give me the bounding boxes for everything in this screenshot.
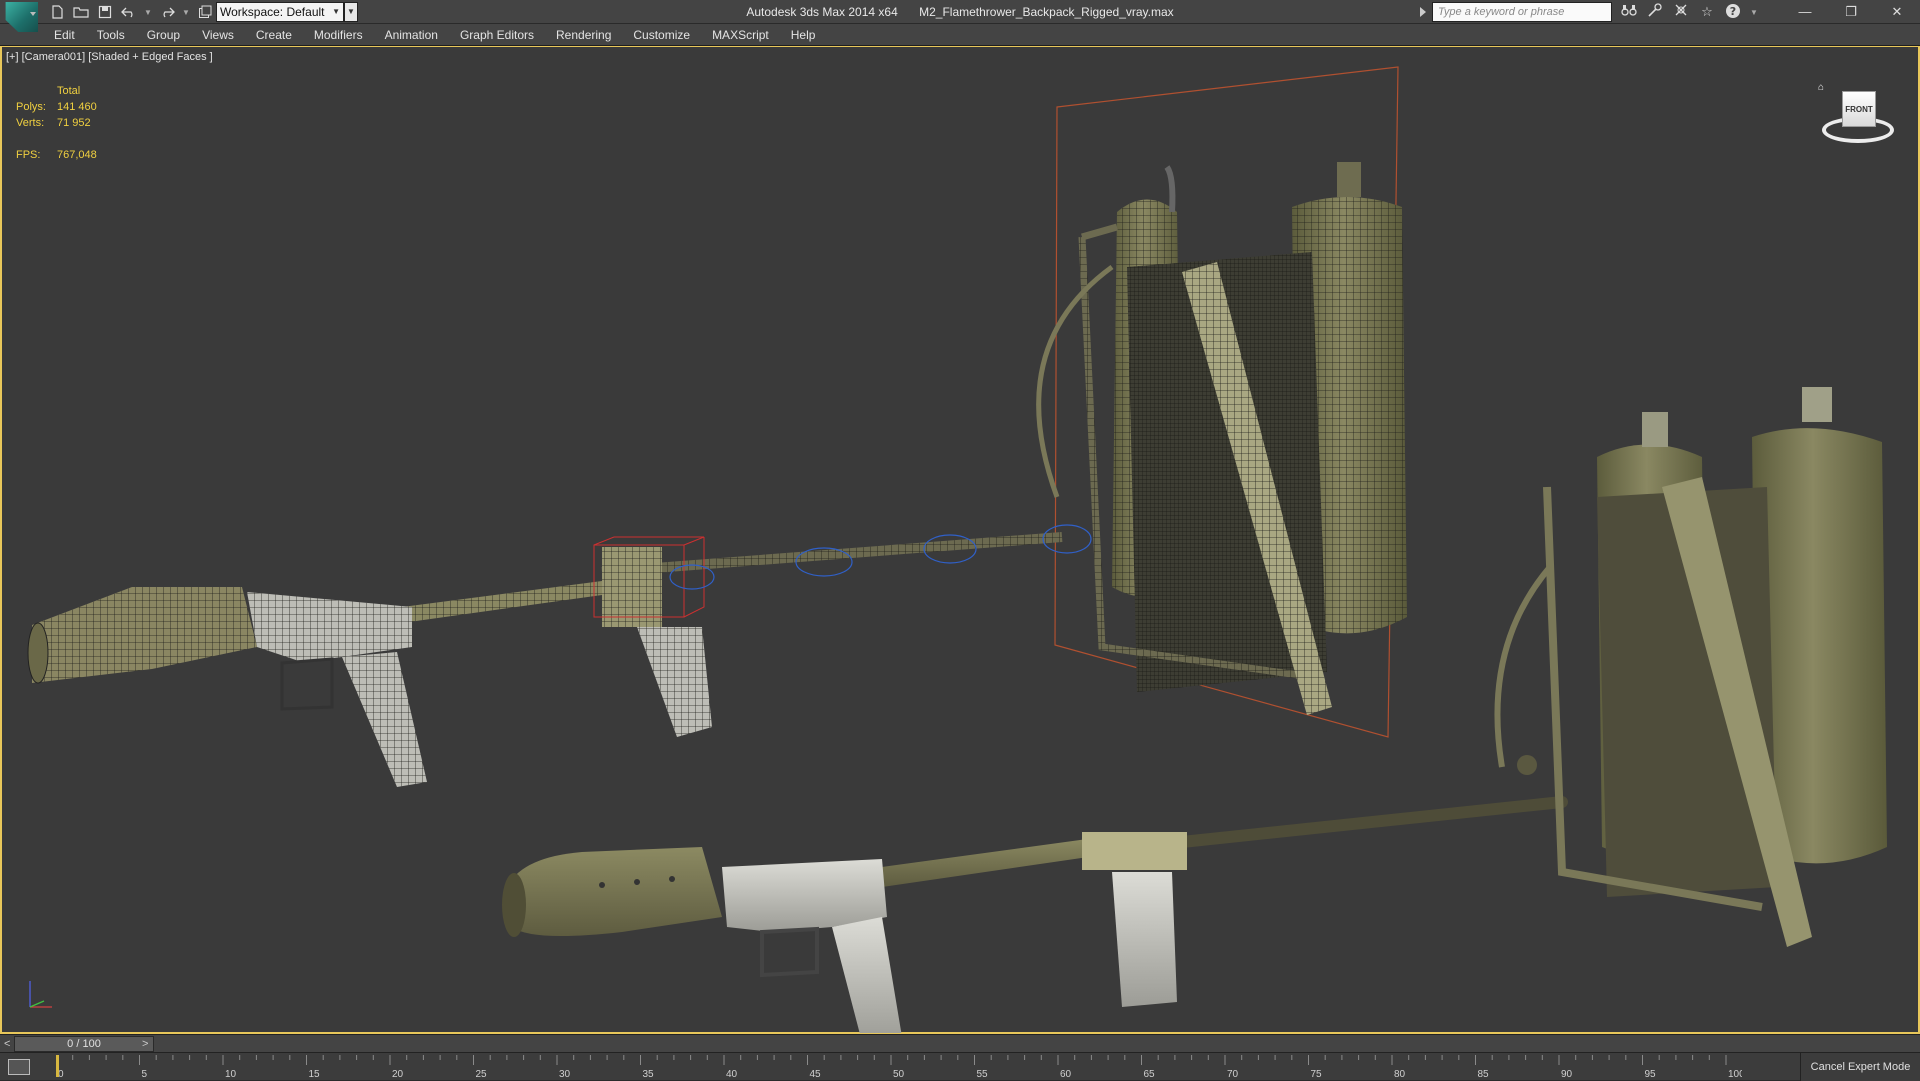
frame-ruler[interactable]: 0 5 10 15 20 25 30 35 40 45 50 55 60 65 70 75 80 85 90 95 10… [56, 1053, 1742, 1081]
title-bar: Autodesk 3ds Max 2014 x64 M2_Flamethrowe… [0, 0, 1920, 32]
fps-value: 767,048 [57, 149, 97, 161]
ruler-label: 75 [1311, 1069, 1323, 1080]
polys-label: Polys: [16, 101, 46, 113]
chevron-down-icon: ▼ [332, 7, 340, 16]
ruler-label: 10 [225, 1069, 237, 1080]
menu-group[interactable]: Group [147, 24, 194, 46]
menu-tools[interactable]: Tools [97, 24, 139, 46]
ruler-label: 30 [559, 1069, 571, 1080]
verts-label: Verts: [16, 117, 45, 129]
ruler-label: 15 [309, 1069, 321, 1080]
menu-help[interactable]: Help [791, 24, 830, 46]
ruler-label: 95 [1645, 1069, 1657, 1080]
wireframe-model[interactable] [27, 66, 1407, 787]
project-folder-icon[interactable] [196, 3, 214, 21]
window-controls: — ❐ ✕ [1782, 0, 1920, 24]
viewport-label-menu[interactable]: [+] [Camera001] [Shaded + Edged Faces ] [6, 51, 213, 63]
menu-rendering[interactable]: Rendering [556, 24, 625, 46]
redo-dropdown-icon[interactable]: ▼ [182, 8, 190, 17]
chevron-down-icon[interactable] [30, 12, 36, 16]
ruler-label: 45 [810, 1069, 822, 1080]
current-frame-marker[interactable] [56, 1055, 59, 1077]
camera-viewport[interactable]: [+] [Camera001] [Shaded + Edged Faces ] … [0, 46, 1920, 1034]
workspace-label: Workspace: Default [220, 5, 325, 19]
undo-dropdown-icon[interactable]: ▼ [144, 8, 152, 17]
restore-icon[interactable]: ❐ [1828, 0, 1874, 24]
menu-modifiers[interactable]: Modifiers [314, 24, 377, 46]
menu-views[interactable]: Views [202, 24, 248, 46]
favorites-star-icon[interactable]: ☆ [1698, 3, 1716, 21]
close-icon[interactable]: ✕ [1874, 0, 1920, 24]
ruler-label: 5 [142, 1069, 148, 1080]
viewcube-face[interactable]: FRONT [1842, 91, 1876, 127]
quick-access-toolbar: ▼ ▼ [48, 2, 214, 22]
ruler-label: 100 [1728, 1069, 1742, 1080]
ruler-label: 90 [1561, 1069, 1573, 1080]
menu-graph-editors[interactable]: Graph Editors [460, 24, 548, 46]
stats-header: Total [57, 85, 81, 97]
menu-animation[interactable]: Animation [385, 24, 452, 46]
undo-icon[interactable] [120, 3, 138, 21]
statistics-overlay: Total Polys: 141 460 Verts: 71 952 FPS: 767… [16, 83, 97, 163]
ruler-label: 60 [1060, 1069, 1072, 1080]
mini-curve-editor-icon[interactable] [8, 1059, 30, 1075]
time-slider[interactable]: < 0 / 100 > [0, 1034, 1920, 1052]
viewcube[interactable]: ⌂ FRONT [1818, 82, 1898, 153]
communication-center-icon[interactable] [1672, 3, 1690, 21]
polys-value: 141 460 [57, 101, 97, 113]
ruler-label: 20 [392, 1069, 404, 1080]
cancel-expert-mode-button[interactable]: Cancel Expert Mode [1800, 1053, 1920, 1081]
next-frame-button[interactable]: > [142, 1035, 154, 1053]
time-slider-thumb[interactable]: 0 / 100 [14, 1036, 154, 1052]
app-name: Autodesk 3ds Max 2014 x64 [746, 5, 898, 19]
svg-text:?: ? [1730, 5, 1736, 18]
workspace-dropdown[interactable]: Workspace: Default ▼ [216, 2, 344, 22]
ruler-label: 55 [977, 1069, 989, 1080]
home-icon[interactable]: ⌂ [1818, 82, 1828, 93]
menu-edit[interactable]: Edit [54, 24, 89, 46]
ruler-label: 85 [1478, 1069, 1490, 1080]
search-expand-icon[interactable] [1420, 7, 1426, 17]
verts-value: 71 952 [57, 117, 91, 129]
help-icon[interactable]: ? [1724, 3, 1742, 21]
info-center: ☆ ? ▼ [1620, 2, 1758, 22]
binoculars-icon[interactable] [1620, 3, 1638, 21]
ruler-label: 65 [1144, 1069, 1156, 1080]
open-folder-icon[interactable] [72, 3, 90, 21]
redo-icon[interactable] [158, 3, 176, 21]
subscription-key-icon[interactable] [1646, 3, 1664, 21]
help-dropdown-icon[interactable]: ▼ [1750, 8, 1758, 17]
menu-bar: Edit Tools Group Views Create Modifiers … [0, 24, 1920, 46]
new-file-icon[interactable] [48, 3, 66, 21]
ruler-label: 25 [476, 1069, 488, 1080]
track-bar[interactable]: 0 5 10 15 20 25 30 35 40 45 50 55 60 65 70 75 80 85 90 95 10… [0, 1052, 1920, 1081]
menu-maxscript[interactable]: MAXScript [712, 24, 783, 46]
ruler-label: 80 [1394, 1069, 1406, 1080]
file-name: M2_Flamethrower_Backpack_Rigged_vray.max [919, 5, 1174, 19]
fps-label: FPS: [16, 149, 41, 161]
menu-create[interactable]: Create [256, 24, 306, 46]
scene-render[interactable] [2, 47, 1918, 1033]
ruler-label: 70 [1227, 1069, 1239, 1080]
axis-tripod-icon [29, 981, 52, 1008]
ruler-label: 35 [643, 1069, 655, 1080]
menu-customize[interactable]: Customize [633, 24, 704, 46]
minimize-icon[interactable]: — [1782, 0, 1828, 24]
save-icon[interactable] [96, 3, 114, 21]
customize-toolbar-icon[interactable]: ▼ [344, 2, 358, 22]
ruler-label: 50 [893, 1069, 905, 1080]
search-input[interactable]: Type a keyword or phrase [1432, 2, 1612, 22]
ruler-label: 40 [726, 1069, 738, 1080]
